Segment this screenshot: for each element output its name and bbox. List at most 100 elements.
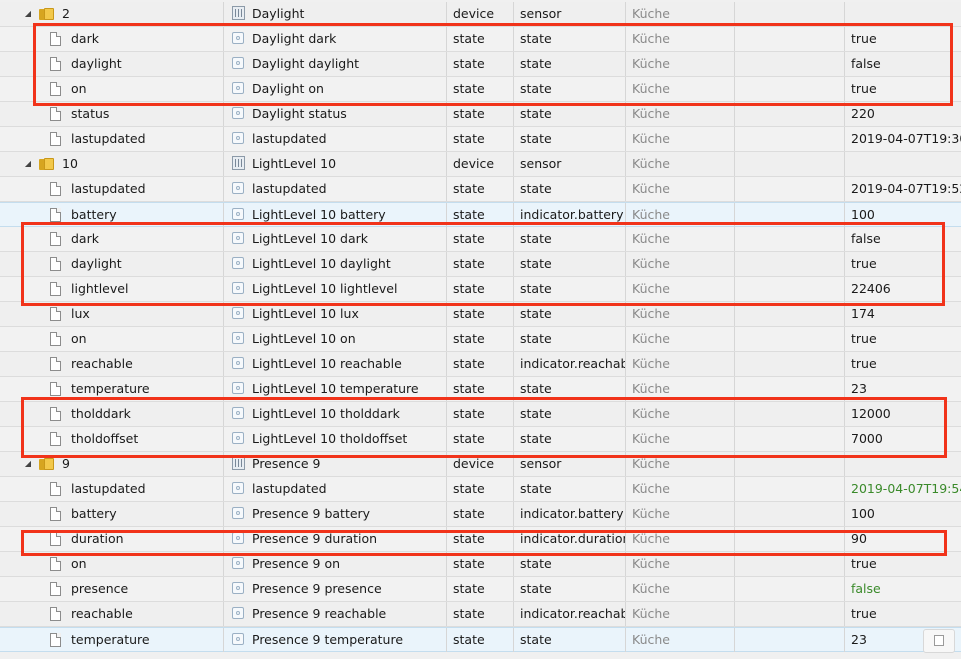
tree-row-state[interactable]: on Presence 9 on state state Küche true xyxy=(0,552,961,577)
object-title: LightLevel 10 reachable xyxy=(252,356,402,371)
tree-row-state[interactable]: reachable Presence 9 reachable state indica… xyxy=(0,602,961,627)
value-cell[interactable]: 174 xyxy=(845,302,961,326)
tree-row-state[interactable]: dark LightLevel 10 dark state state Küche fal… xyxy=(0,227,961,252)
room-cell: Küche xyxy=(626,127,735,151)
value-cell[interactable]: false xyxy=(845,227,961,251)
tree-row-state[interactable]: status Daylight status state state Küche 220 xyxy=(0,102,961,127)
value-cell[interactable]: true xyxy=(845,27,961,51)
value-cell[interactable]: 7000 xyxy=(845,427,961,451)
object-id-label: on xyxy=(71,331,87,346)
function-cell xyxy=(735,352,845,376)
tree-row-state[interactable]: battery Presence 9 battery state indicator.… xyxy=(0,502,961,527)
value-cell[interactable]: 22406 xyxy=(845,277,961,301)
value-cell[interactable]: 2019-04-07T19:30 xyxy=(845,127,961,151)
tree-row-state[interactable]: dark Daylight dark state state Küche true xyxy=(0,27,961,52)
value-cell[interactable]: true xyxy=(845,252,961,276)
title-cell: Presence 9 reachable xyxy=(224,602,447,626)
state-icon xyxy=(232,633,244,645)
value-cell[interactable]: true xyxy=(845,327,961,351)
value-cell[interactable]: 2019-04-07T19:54 xyxy=(845,477,961,501)
name-cell: dark xyxy=(0,27,224,51)
file-icon xyxy=(50,57,61,71)
expand-toggle-icon[interactable]: ◢ xyxy=(22,2,34,26)
value-cell[interactable]: false xyxy=(845,52,961,76)
value-cell[interactable]: true xyxy=(845,552,961,576)
file-icon xyxy=(50,482,61,496)
tree-row-state[interactable]: temperature Presence 9 temperature state st… xyxy=(0,627,961,652)
tree-row-state[interactable]: presence Presence 9 presence state state Küc… xyxy=(0,577,961,602)
tree-row-state[interactable]: lux LightLevel 10 lux state state Küche 174 xyxy=(0,302,961,327)
title-cell: Daylight dark xyxy=(224,27,447,51)
function-cell xyxy=(735,502,845,526)
role-cell: state xyxy=(514,402,626,426)
tree-row-state[interactable]: on Daylight on state state Küche true xyxy=(0,77,961,102)
type-cell: state xyxy=(447,377,514,401)
device-icon xyxy=(232,156,245,170)
tree-row-state[interactable]: reachable LightLevel 10 reachable state ind… xyxy=(0,352,961,377)
function-cell xyxy=(735,177,845,201)
tree-row-state[interactable]: daylight Daylight daylight state state Küche… xyxy=(0,52,961,77)
tree-row-state[interactable]: daylight LightLevel 10 daylight state state… xyxy=(0,252,961,277)
type-cell: state xyxy=(447,77,514,101)
tree-row-state[interactable]: on LightLevel 10 on state state Küche true xyxy=(0,327,961,352)
object-id-label: 2 xyxy=(62,6,70,21)
value-cell[interactable]: 90 xyxy=(845,527,961,551)
tree-row-state[interactable]: lastupdated lastupdated state state Küche 201… xyxy=(0,127,961,152)
room-cell: Küche xyxy=(626,252,735,276)
file-icon xyxy=(50,507,61,521)
expand-toggle-icon[interactable]: ◢ xyxy=(22,452,34,476)
role-cell: state xyxy=(514,277,626,301)
tree-row-state[interactable]: lightlevel LightLevel 10 lightlevel state s… xyxy=(0,277,961,302)
role-cell: state xyxy=(514,552,626,576)
value-cell[interactable]: 220 xyxy=(845,102,961,126)
value-cell[interactable] xyxy=(845,2,961,26)
object-title: LightLevel 10 battery xyxy=(252,207,386,222)
file-icon xyxy=(50,332,61,346)
value-cell[interactable]: 23 xyxy=(845,377,961,401)
title-cell: Presence 9 xyxy=(224,452,447,476)
expand-toggle-icon[interactable]: ◢ xyxy=(22,152,34,176)
type-cell: state xyxy=(447,477,514,501)
folder-icon xyxy=(39,158,54,170)
name-cell: battery xyxy=(0,203,224,227)
value-cell[interactable] xyxy=(845,152,961,176)
name-cell: duration xyxy=(0,527,224,551)
object-title: LightLevel 10 temperature xyxy=(252,381,419,396)
function-cell xyxy=(735,2,845,26)
role-cell: sensor xyxy=(514,2,626,26)
value-cell[interactable]: true xyxy=(845,352,961,376)
tree-row-state[interactable]: lastupdated lastupdated state state Küche 201… xyxy=(0,177,961,202)
value-cell[interactable]: 12000 xyxy=(845,402,961,426)
tree-row-state[interactable]: tholddark LightLevel 10 tholddark state sta… xyxy=(0,402,961,427)
value-cell[interactable]: true xyxy=(845,77,961,101)
tree-row-state[interactable]: temperature LightLevel 10 temperature stat… xyxy=(0,377,961,402)
type-cell: state xyxy=(447,628,514,652)
tree-row-device[interactable]: ◢ 2 Daylight device sensor Küche xyxy=(0,2,961,27)
room-cell: Küche xyxy=(626,177,735,201)
title-cell: lastupdated xyxy=(224,127,447,151)
copy-button[interactable] xyxy=(923,629,955,653)
tree-row-state[interactable]: lastupdated lastupdated state state Küche 201… xyxy=(0,477,961,502)
tree-row-device[interactable]: ◢ 9 Presence 9 device sensor Küche xyxy=(0,452,961,477)
value-cell[interactable] xyxy=(845,452,961,476)
function-cell xyxy=(735,127,845,151)
object-id-label: daylight xyxy=(71,256,122,271)
tree-row-state[interactable]: tholdoffset LightLevel 10 tholdoffset stat… xyxy=(0,427,961,452)
name-cell: daylight xyxy=(0,252,224,276)
name-cell: battery xyxy=(0,502,224,526)
value-cell[interactable]: true xyxy=(845,602,961,626)
value-cell[interactable]: 2019-04-07T19:52 xyxy=(845,177,961,201)
value-cell[interactable]: false xyxy=(845,577,961,601)
type-cell: state xyxy=(447,577,514,601)
object-title: LightLevel 10 dark xyxy=(252,231,369,246)
title-cell: LightLevel 10 temperature xyxy=(224,377,447,401)
value-cell[interactable]: 100 xyxy=(845,502,961,526)
tree-row-state[interactable]: duration Presence 9 duration state indicato… xyxy=(0,527,961,552)
tree-row-state[interactable]: battery LightLevel 10 battery state indicat… xyxy=(0,202,961,227)
role-cell: sensor xyxy=(514,452,626,476)
name-cell: temperature xyxy=(0,377,224,401)
state-icon xyxy=(232,132,244,144)
tree-row-device[interactable]: ◢ 10 LightLevel 10 device sensor Küche xyxy=(0,152,961,177)
value-cell[interactable]: 100 xyxy=(845,203,961,227)
object-id-label: duration xyxy=(71,531,124,546)
